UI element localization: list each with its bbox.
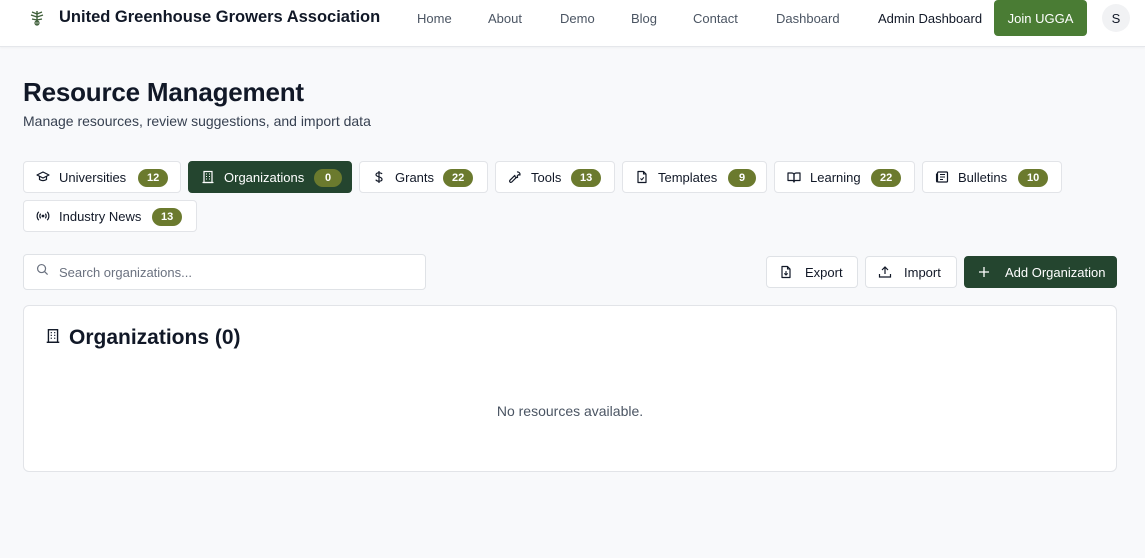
nav-dashboard[interactable]: Dashboard (776, 11, 840, 26)
ugga-logo-icon (28, 9, 46, 27)
file-download-icon (779, 265, 793, 279)
tab-label: Grants (395, 169, 435, 185)
book-open-icon (787, 170, 801, 184)
tab-universities[interactable]: Universities 12 (23, 161, 181, 193)
building-icon (45, 326, 61, 350)
nav-admin-dashboard[interactable]: Admin Dashboard (878, 11, 982, 26)
tab-label: Universities (59, 169, 127, 185)
page-title: Resource Management (23, 77, 304, 107)
tab-count-badge: 10 (1018, 169, 1049, 187)
import-label: Import (904, 264, 941, 280)
tab-count-badge: 0 (314, 169, 342, 187)
tab-label: Templates (658, 169, 718, 185)
tab-label: Learning (810, 169, 861, 185)
card-header: Organizations (0) (45, 326, 241, 350)
tab-count-badge: 9 (728, 169, 756, 187)
top-navigation-bar: United Greenhouse Growers Association Ho… (0, 0, 1145, 47)
graduation-cap-icon (36, 170, 50, 184)
plus-icon (977, 265, 991, 279)
building-icon (201, 170, 215, 184)
nav-contact[interactable]: Contact (693, 11, 738, 26)
upload-icon (878, 265, 892, 279)
tab-tools[interactable]: Tools 13 (495, 161, 615, 193)
tab-grants[interactable]: Grants 22 (359, 161, 488, 193)
file-icon (635, 170, 649, 184)
dollar-icon (372, 170, 386, 184)
tab-organizations[interactable]: Organizations 0 (188, 161, 352, 193)
tab-count-badge: 13 (571, 169, 602, 187)
brand-name: United Greenhouse Growers Association (59, 8, 381, 26)
card-title: Organizations (0) (69, 326, 241, 349)
tab-templates[interactable]: Templates 9 (622, 161, 767, 193)
tab-label: Industry News (59, 208, 142, 224)
add-organization-label: Add Organization (1005, 264, 1106, 280)
search-box (23, 254, 426, 290)
import-button[interactable]: Import (865, 256, 957, 288)
nav-blog[interactable]: Blog (631, 11, 657, 26)
search-input[interactable] (59, 264, 399, 280)
page-subtitle: Manage resources, review suggestions, an… (23, 113, 371, 129)
join-ugga-button[interactable]: Join UGGA (994, 0, 1087, 36)
add-organization-button[interactable]: Add Organization (964, 256, 1117, 288)
nav-demo[interactable]: Demo (560, 11, 595, 26)
organizations-card: Organizations (0) No resources available… (23, 305, 1117, 472)
tab-bulletins[interactable]: Bulletins 10 (922, 161, 1062, 193)
radio-broadcast-icon (36, 209, 50, 223)
export-label: Export (805, 264, 843, 280)
tab-learning[interactable]: Learning 22 (774, 161, 915, 193)
tab-count-badge: 12 (138, 169, 169, 187)
export-button[interactable]: Export (766, 256, 858, 288)
tab-count-badge: 22 (443, 169, 474, 187)
tab-label: Bulletins (958, 169, 1008, 185)
user-avatar[interactable]: S (1102, 4, 1130, 32)
tab-industry-news[interactable]: Industry News 13 (23, 200, 197, 232)
search-icon (36, 263, 49, 281)
tab-label: Tools (531, 169, 562, 185)
wrench-icon (508, 170, 522, 184)
tab-count-badge: 22 (871, 169, 902, 187)
newspaper-icon (935, 170, 949, 184)
brand[interactable]: United Greenhouse Growers Association (28, 8, 380, 27)
nav-home[interactable]: Home (417, 11, 452, 26)
tab-count-badge: 13 (152, 208, 183, 226)
tab-label: Organizations (224, 169, 305, 185)
nav-about[interactable]: About (488, 11, 522, 26)
empty-state-message: No resources available. (496, 403, 644, 419)
